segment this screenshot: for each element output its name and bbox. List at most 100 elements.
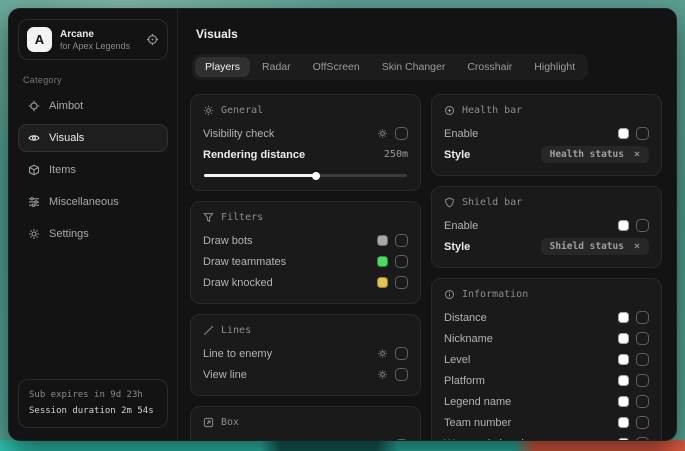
section-title: Information	[462, 289, 528, 300]
sidebar-item-label: Items	[49, 164, 76, 176]
color-swatch[interactable]	[618, 312, 629, 323]
lines-header: Lines	[203, 325, 408, 336]
section-title: Box	[221, 417, 239, 428]
health-enable-row: Enable	[444, 123, 649, 144]
sidebar-item-aimbot[interactable]: Aimbot	[18, 92, 168, 120]
health-enable-checkbox[interactable]	[636, 127, 649, 140]
row-label: Draw bots	[203, 235, 253, 247]
general-header: General	[203, 105, 408, 116]
selected-option: Shield status	[550, 241, 624, 252]
level-checkbox[interactable]	[636, 353, 649, 366]
box-enable-checkbox[interactable]	[395, 439, 408, 440]
app-header-text: Arcane for Apex Legends	[60, 29, 130, 51]
shield-bar-card: Shield bar Enable Style Shield status	[431, 186, 662, 268]
sidebar-item-items[interactable]: Items	[18, 156, 168, 184]
page-title: Visuals	[196, 27, 662, 41]
nickname-checkbox[interactable]	[636, 332, 649, 345]
shield-enable-checkbox[interactable]	[636, 219, 649, 232]
draw-teammates-row: Draw teammates	[203, 251, 408, 272]
information-card: Information Distance Nickname	[431, 278, 662, 440]
background-bottom-strip	[0, 440, 685, 451]
draw-bots-row: Draw bots	[203, 230, 408, 251]
row-label: Nickname	[444, 333, 493, 345]
tab-players[interactable]: Players	[195, 57, 250, 77]
visibility-check-checkbox[interactable]	[395, 127, 408, 140]
health-style-row: Style Health status ×	[444, 144, 649, 165]
filters-header: Filters	[203, 212, 408, 223]
platform-row: Platform	[444, 370, 649, 391]
weapon-in-hands-checkbox[interactable]	[636, 437, 649, 440]
gear-icon[interactable]	[377, 369, 388, 380]
rendering-distance-slider[interactable]	[204, 174, 407, 177]
rendering-distance-value: 250m	[384, 149, 408, 160]
draw-bots-checkbox[interactable]	[395, 234, 408, 247]
clear-icon[interactable]: ×	[634, 241, 640, 252]
general-card: General Visibility check	[190, 94, 421, 191]
sidebar-item-label: Miscellaneous	[49, 196, 119, 208]
sliders-icon	[28, 196, 40, 208]
color-swatch[interactable]	[618, 333, 629, 344]
sidebar-item-settings[interactable]: Settings	[18, 220, 168, 248]
weapon-in-hands-row: Weapon in hands	[444, 433, 649, 440]
right-column: Health bar Enable Style Health status	[431, 94, 662, 440]
distance-checkbox[interactable]	[636, 311, 649, 324]
slider-thumb[interactable]	[312, 172, 320, 180]
color-swatch[interactable]	[377, 277, 388, 288]
arcane-window: A Arcane for Apex Legends Category	[8, 8, 677, 441]
color-swatch[interactable]	[618, 375, 629, 386]
color-swatch[interactable]	[618, 220, 629, 231]
sidebar-item-visuals[interactable]: Visuals	[18, 124, 168, 152]
row-label: Visibility check	[203, 128, 274, 140]
color-swatch[interactable]	[377, 235, 388, 246]
row-label: Weapon in hands	[444, 438, 529, 441]
gear-icon[interactable]	[377, 128, 388, 139]
selected-option: Health status	[550, 149, 624, 160]
line-to-enemy-checkbox[interactable]	[395, 347, 408, 360]
color-swatch[interactable]	[618, 354, 629, 365]
tab-highlight[interactable]: Highlight	[524, 57, 585, 77]
box-header: Box	[203, 417, 408, 428]
row-label: Legend name	[444, 396, 511, 408]
target-icon[interactable]	[146, 33, 159, 46]
row-label: Enable	[444, 220, 478, 232]
box-icon	[203, 417, 214, 428]
tab-skin-changer[interactable]: Skin Changer	[372, 57, 456, 77]
color-swatch[interactable]	[618, 396, 629, 407]
platform-checkbox[interactable]	[636, 374, 649, 387]
filters-card: Filters Draw bots Draw teammates	[190, 201, 421, 304]
clear-icon[interactable]: ×	[634, 149, 640, 160]
shield-style-select[interactable]: Shield status ×	[541, 238, 649, 255]
color-swatch[interactable]	[618, 438, 629, 440]
row-label: Team number	[444, 417, 511, 429]
app-logo: A	[27, 27, 52, 52]
app-title: Arcane	[60, 29, 130, 40]
sub-expires-text: Sub expires in 9d 23h	[29, 388, 157, 403]
line-to-enemy-row: Line to enemy	[203, 343, 408, 364]
team-number-checkbox[interactable]	[636, 416, 649, 429]
sidebar-nav: Aimbot Visuals Items	[18, 92, 168, 248]
slider-fill	[204, 174, 316, 177]
gear-icon	[28, 228, 40, 240]
eye-icon	[28, 132, 40, 144]
tab-crosshair[interactable]: Crosshair	[457, 57, 522, 77]
view-line-row: View line	[203, 364, 408, 385]
color-swatch[interactable]	[618, 417, 629, 428]
color-swatch[interactable]	[377, 256, 388, 267]
row-label: Draw teammates	[203, 256, 286, 268]
color-swatch[interactable]	[618, 128, 629, 139]
view-line-checkbox[interactable]	[395, 368, 408, 381]
section-title: Filters	[221, 212, 263, 223]
tab-offscreen[interactable]: OffScreen	[303, 57, 370, 77]
gear-icon[interactable]	[377, 348, 388, 359]
draw-knocked-row: Draw knocked	[203, 272, 408, 293]
shield-icon	[444, 197, 455, 208]
box-card: Box Enable Enable background	[190, 406, 421, 440]
sidebar-item-label: Visuals	[49, 132, 84, 144]
sidebar-item-miscellaneous[interactable]: Miscellaneous	[18, 188, 168, 216]
tab-radar[interactable]: Radar	[252, 57, 301, 77]
health-style-select[interactable]: Health status ×	[541, 146, 649, 163]
draw-knocked-checkbox[interactable]	[395, 276, 408, 289]
legend-name-checkbox[interactable]	[636, 395, 649, 408]
draw-teammates-checkbox[interactable]	[395, 255, 408, 268]
level-row: Level	[444, 349, 649, 370]
